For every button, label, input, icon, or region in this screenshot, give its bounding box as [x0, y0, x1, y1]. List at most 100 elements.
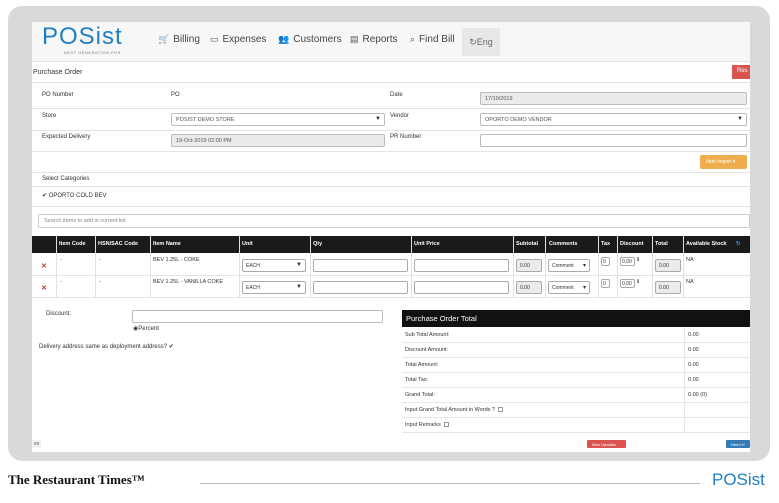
- checkbox-icon[interactable]: [443, 422, 449, 428]
- comment-dropdown[interactable]: Comment ▾: [548, 259, 590, 272]
- reset-button[interactable]: Res: [732, 65, 750, 79]
- store-select[interactable]: POSIST DEMO STORE ▼: [171, 113, 385, 126]
- summary-key: Total Amount:: [405, 362, 439, 368]
- checkbox-icon[interactable]: [498, 407, 503, 413]
- po-number-value: PO: [171, 92, 180, 98]
- item-import-button[interactable]: Item Import ▾: [700, 155, 747, 169]
- words-checkbox-label: Input Grand Total Amount in Words ?: [405, 407, 495, 413]
- pr-number-label: PR Number: [390, 134, 422, 140]
- summary-key: Discount Amount:: [405, 347, 449, 353]
- divider: [32, 186, 750, 187]
- footer-divider: [200, 483, 700, 484]
- row-item-code: -: [60, 279, 62, 285]
- row-item-name: BEV 1.25L - COKE: [153, 257, 200, 263]
- column-divider: [95, 236, 96, 298]
- select-categories-label: Select Categories: [42, 176, 90, 182]
- unit-select[interactable]: EACH ▼: [242, 259, 306, 272]
- date-field[interactable]: 17/10/2019: [480, 92, 747, 105]
- item-search-input[interactable]: Search items to add in current list: [38, 214, 750, 228]
- users-icon: 👥: [278, 34, 290, 44]
- col-item-name: Item Name: [153, 241, 181, 247]
- posist-logo[interactable]: POSist NEXT GENERATION POS: [42, 24, 142, 60]
- page-title: Purchase Order: [33, 69, 83, 76]
- unit-select[interactable]: EACH ▼: [242, 281, 306, 294]
- discount-input[interactable]: [132, 310, 383, 323]
- corner-tab[interactable]: es: [32, 440, 42, 448]
- remove-row-icon[interactable]: ✕: [41, 262, 47, 270]
- nav-billing[interactable]: 🛒 Billing: [158, 34, 200, 45]
- nav-expenses-label: Expenses: [222, 34, 267, 45]
- refresh-icon[interactable]: ↻: [736, 241, 741, 247]
- summary-value: 0.00 (0): [688, 392, 707, 398]
- nav-expenses[interactable]: ▭ Expenses: [210, 34, 266, 45]
- col-item-code: Item Code: [59, 241, 86, 247]
- nav-customers[interactable]: 👥 Customers: [278, 34, 342, 45]
- column-divider: [652, 236, 653, 298]
- summary-row-words[interactable]: Input Grand Total Amount in Words ?: [402, 403, 750, 418]
- summary-divider: [684, 343, 685, 358]
- column-divider: [513, 236, 514, 298]
- summary-key: Sub Total Amount:: [405, 332, 450, 338]
- col-available-stock: Available Stock: [686, 241, 727, 247]
- top-nav: POSist NEXT GENERATION POS 🛒 Billing ▭ E…: [32, 22, 750, 62]
- qty-input[interactable]: [313, 281, 408, 294]
- col-unit-price: Unit Price: [414, 241, 440, 247]
- discount-field[interactable]: 0.00: [620, 279, 635, 288]
- nav-find-bill[interactable]: ⌕ Find Bill: [410, 34, 455, 45]
- comment-dropdown[interactable]: Comment ▾: [548, 281, 590, 294]
- po-number-label: PO Number: [42, 92, 74, 98]
- summary-divider: [684, 418, 685, 433]
- tax-field[interactable]: 0: [601, 279, 610, 288]
- column-divider: [598, 236, 599, 298]
- delivery-address-label: Delivery address same as deployment addr…: [39, 344, 168, 350]
- need-help-button[interactable]: Need H: [726, 440, 750, 448]
- footer-logo: POSist: [712, 470, 765, 489]
- col-tax: Tax: [601, 241, 611, 247]
- divider: [32, 108, 750, 109]
- column-divider: [310, 236, 311, 298]
- col-discount: Discount: [620, 241, 644, 247]
- info-icon[interactable]: ℹ: [637, 279, 639, 285]
- new-updates-button[interactable]: New Updates: [587, 440, 626, 448]
- col-unit: Unit: [242, 241, 253, 247]
- column-divider: [411, 236, 412, 298]
- summary-divider: [684, 403, 685, 418]
- caret-down-icon: ▾: [582, 285, 586, 291]
- search-icon: ⌕: [410, 34, 416, 44]
- nav-billing-label: Billing: [173, 34, 200, 45]
- summary-divider: [684, 388, 685, 403]
- language-switcher[interactable]: ↻ Eng: [462, 28, 500, 56]
- percent-radio[interactable]: ◉Percent: [133, 325, 159, 332]
- total-field: 0.00: [655, 259, 681, 272]
- summary-row: Total Tax: 0.00: [402, 373, 750, 388]
- items-table-header: Item Code HSN/SAC Code Item Name Unit Qt…: [32, 236, 750, 253]
- column-divider: [683, 236, 684, 298]
- pr-number-input[interactable]: [480, 134, 747, 147]
- discount-label: Discount:: [46, 311, 72, 317]
- info-icon[interactable]: ℹ: [637, 257, 639, 263]
- category-checkbox-oporto-cold-bev[interactable]: ✔ OPORTO COLD BEV: [42, 192, 107, 199]
- remove-row-icon[interactable]: ✕: [41, 284, 47, 292]
- chevron-down-icon: ▼: [296, 262, 302, 268]
- nav-find-bill-label: Find Bill: [419, 34, 455, 45]
- divider: [32, 130, 750, 131]
- summary-row-remarks[interactable]: Input Remarks: [402, 418, 750, 433]
- tax-field[interactable]: 0: [601, 257, 610, 266]
- date-label: Date: [390, 92, 403, 98]
- unit-price-input[interactable]: [414, 259, 509, 272]
- discount-field[interactable]: 0.00: [620, 257, 635, 266]
- summary-title: Purchase Order Total: [402, 310, 750, 327]
- expected-delivery-field[interactable]: 19-Oct-2019 02:00 PM: [171, 134, 385, 147]
- qty-input[interactable]: [313, 259, 408, 272]
- comment-value: Comment: [552, 263, 574, 269]
- nav-reports[interactable]: ▤ Reports: [350, 34, 398, 45]
- summary-row: Grand Total: 0.00 (0): [402, 388, 750, 403]
- divider: [32, 151, 750, 152]
- delivery-address-checkbox[interactable]: Delivery address same as deployment addr…: [39, 343, 174, 350]
- summary-value: 0.00: [688, 332, 699, 338]
- col-subtotal: Subtotal: [516, 241, 538, 247]
- vendor-select[interactable]: OPORTO DEMO VENDOR ▼: [480, 113, 747, 126]
- expected-delivery-label: Expected Delivery: [42, 134, 91, 140]
- unit-price-input[interactable]: [414, 281, 509, 294]
- nav-customers-label: Customers: [293, 34, 342, 45]
